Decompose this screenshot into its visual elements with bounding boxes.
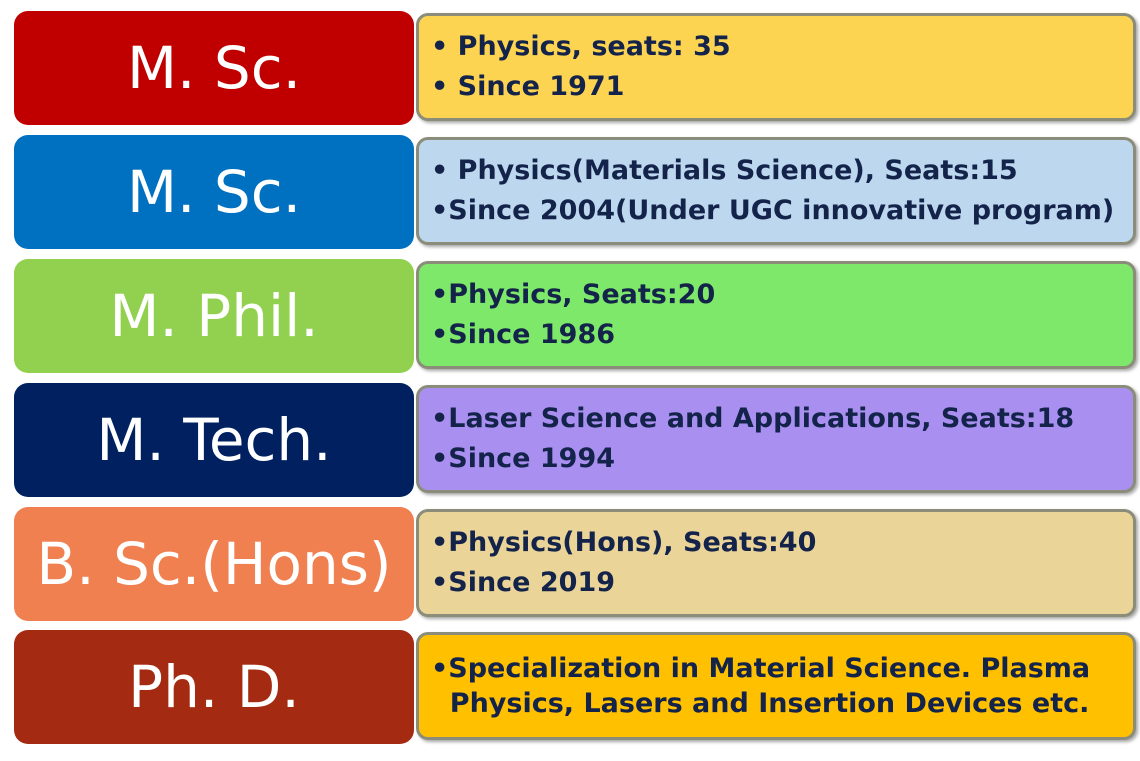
program-row: M. Sc. • Physics, seats: 35 • Since 1971 — [0, 11, 1140, 125]
degree-label: M. Sc. — [14, 135, 414, 249]
detail-line: •Since 2019 — [431, 567, 616, 598]
program-details: •Specialization in Material Science. Pla… — [416, 632, 1136, 740]
detail-line: •Specialization in Material Science. Pla… — [431, 653, 1091, 684]
detail-line: • Since 1971 — [431, 71, 625, 102]
degree-label: M. Tech. — [14, 383, 414, 497]
detail-line: •Since 2004(Under UGC innovative program… — [431, 195, 1115, 226]
degree-label: M. Phil. — [14, 259, 414, 373]
detail-line: •Since 1986 — [431, 319, 616, 350]
program-details: • Physics(Materials Science), Seats:15 •… — [416, 137, 1136, 245]
program-row: M. Sc. • Physics(Materials Science), Sea… — [0, 135, 1140, 249]
program-details: •Laser Science and Applications, Seats:1… — [416, 385, 1136, 493]
detail-line: •Since 1994 — [431, 443, 616, 474]
detail-line: • Physics(Materials Science), Seats:15 — [431, 155, 1018, 186]
program-details: •Physics, Seats:20 •Since 1986 — [416, 261, 1136, 369]
program-row: B. Sc.(Hons) •Physics(Hons), Seats:40 •S… — [0, 507, 1140, 621]
program-row: M. Tech. •Laser Science and Applications… — [0, 383, 1140, 497]
degree-label: Ph. D. — [14, 630, 414, 744]
degree-label: M. Sc. — [14, 11, 414, 125]
program-details: • Physics, seats: 35 • Since 1971 — [416, 13, 1136, 121]
program-row: Ph. D. •Specialization in Material Scien… — [0, 630, 1140, 744]
program-details: •Physics(Hons), Seats:40 •Since 2019 — [416, 509, 1136, 617]
degree-label: B. Sc.(Hons) — [14, 507, 414, 621]
program-row: M. Phil. •Physics, Seats:20 •Since 1986 — [0, 259, 1140, 373]
detail-line: • Physics, seats: 35 — [431, 31, 731, 62]
detail-line: •Laser Science and Applications, Seats:1… — [431, 403, 1075, 434]
detail-line: Physics, Lasers and Insertion Devices et… — [431, 688, 1090, 719]
detail-line: •Physics, Seats:20 — [431, 279, 716, 310]
detail-line: •Physics(Hons), Seats:40 — [431, 527, 817, 558]
